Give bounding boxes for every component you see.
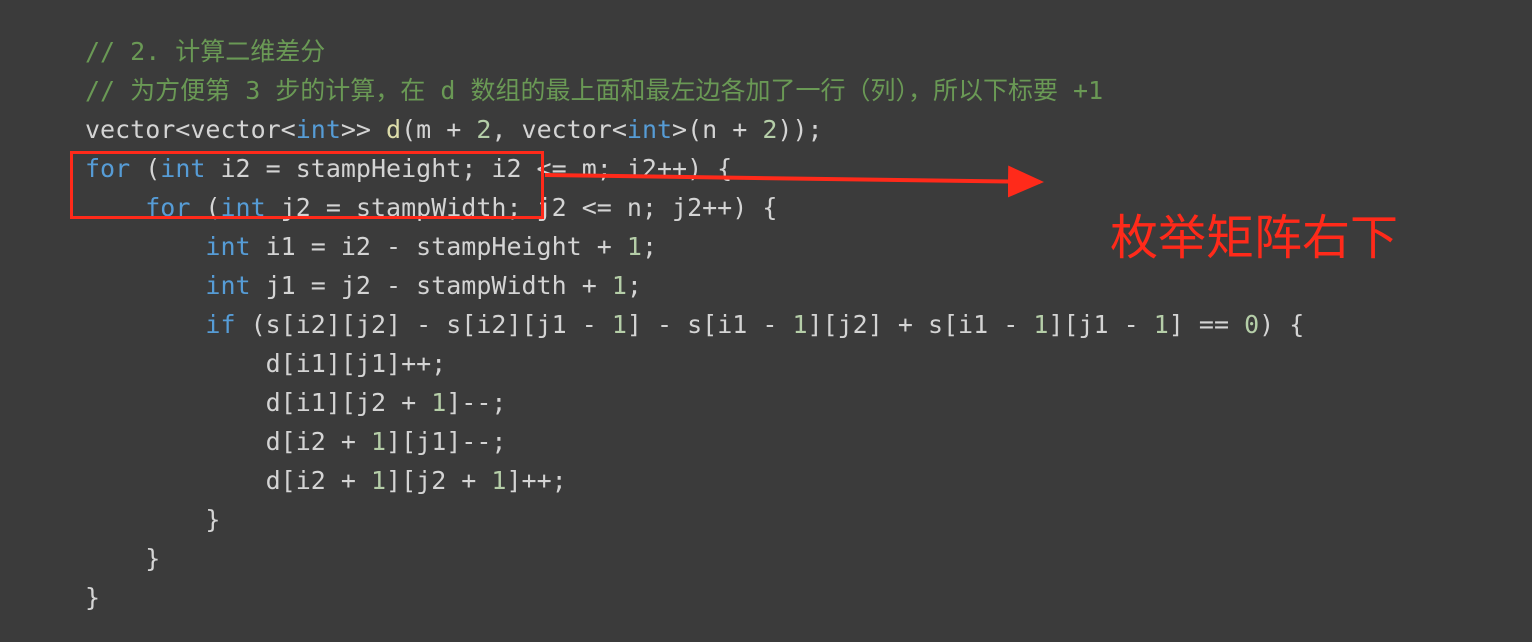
code-line: int j1 = j2 - stampWidth + 1; [85, 266, 1304, 305]
code-token: (s[i2][j2] - s[i2][j1 - [235, 310, 612, 339]
code-token: } [85, 505, 221, 534]
code-token: 2 [762, 115, 778, 144]
code-token: 2 [476, 115, 492, 144]
code-line: // 为方便第 3 步的计算，在 d 数组的最上面和最左边各加了一行（列），所以… [85, 71, 1304, 110]
code-token: i1 = i2 - stampHeight + [250, 232, 627, 261]
code-token: if [205, 310, 236, 339]
code-token: ]++; [506, 466, 567, 495]
code-token: 1 [491, 466, 507, 495]
code-token: 1 [370, 427, 387, 456]
code-token: ; [626, 271, 642, 300]
code-token: ][j1 - [1048, 310, 1154, 339]
code-token: ] - s[i1 - [626, 310, 793, 339]
code-line: } [85, 500, 1304, 539]
code-token: 1 [626, 232, 642, 261]
code-token: } [85, 544, 161, 573]
code-token: 1 [611, 271, 627, 300]
code-token: 1 [370, 466, 387, 495]
code-line: } [85, 578, 1304, 617]
code-token: j1 = j2 - stampWidth + [250, 271, 612, 300]
code-token: 1 [1153, 310, 1169, 339]
code-token: int [295, 115, 341, 144]
code-token: (m + [401, 115, 477, 144]
code-token: 1 [611, 310, 627, 339]
code-token: , vector< [491, 115, 627, 144]
code-line: if (s[i2][j2] - s[i2][j1 - 1] - s[i1 - 1… [85, 305, 1304, 344]
code-token: ][j2 + [386, 466, 492, 495]
code-token: // 为方便第 3 步的计算，在 d 数组的最上面和最左边各加了一行（列），所以… [85, 76, 1104, 105]
code-line: d[i2 + 1][j2 + 1]++; [85, 461, 1304, 500]
code-token: 1 [792, 310, 808, 339]
code-token: // 2. 计算二维差分 [85, 37, 326, 66]
code-token: int [205, 271, 251, 300]
code-token: } [85, 583, 101, 612]
code-token: ] == [1168, 310, 1245, 339]
code-line: d[i1][j1]++; [85, 344, 1304, 383]
highlight-box [70, 151, 544, 219]
code-token: 1 [431, 388, 447, 417]
code-token: >(n + [672, 115, 763, 144]
code-line: vector<vector<int>> d(m + 2, vector<int>… [85, 110, 1304, 149]
code-editor: // 2. 计算二维差分 // 为方便第 3 步的计算，在 d 数组的最上面和最左… [85, 32, 1304, 617]
code-token: 1 [1033, 310, 1049, 339]
code-token: ) { [1259, 310, 1305, 339]
code-token: 0 [1244, 310, 1260, 339]
code-token: d[i1][j2 + [85, 388, 432, 417]
code-line: d[i2 + 1][j1]--; [85, 422, 1304, 461]
code-token: d [386, 115, 402, 144]
code-token: d[i2 + [85, 427, 371, 456]
code-token: vector<vector< [85, 115, 296, 144]
code-token: int [626, 115, 673, 144]
code-token: ; [641, 232, 657, 261]
code-token: ]--; [446, 388, 507, 417]
code-token: ][j2] + s[i1 - [807, 310, 1034, 339]
code-line: d[i1][j2 + 1]--; [85, 383, 1304, 422]
code-token: )); [777, 115, 823, 144]
code-token: ][j1]--; [386, 427, 507, 456]
code-line: // 2. 计算二维差分 [85, 32, 1304, 71]
code-token: d[i2 + [85, 466, 371, 495]
code-token: d[i1][j1]++; [85, 349, 447, 378]
code-line: } [85, 539, 1304, 578]
code-token: int [205, 232, 251, 261]
code-token: >> [340, 115, 387, 144]
annotation-label: 枚举矩阵右下 [1110, 210, 1399, 266]
